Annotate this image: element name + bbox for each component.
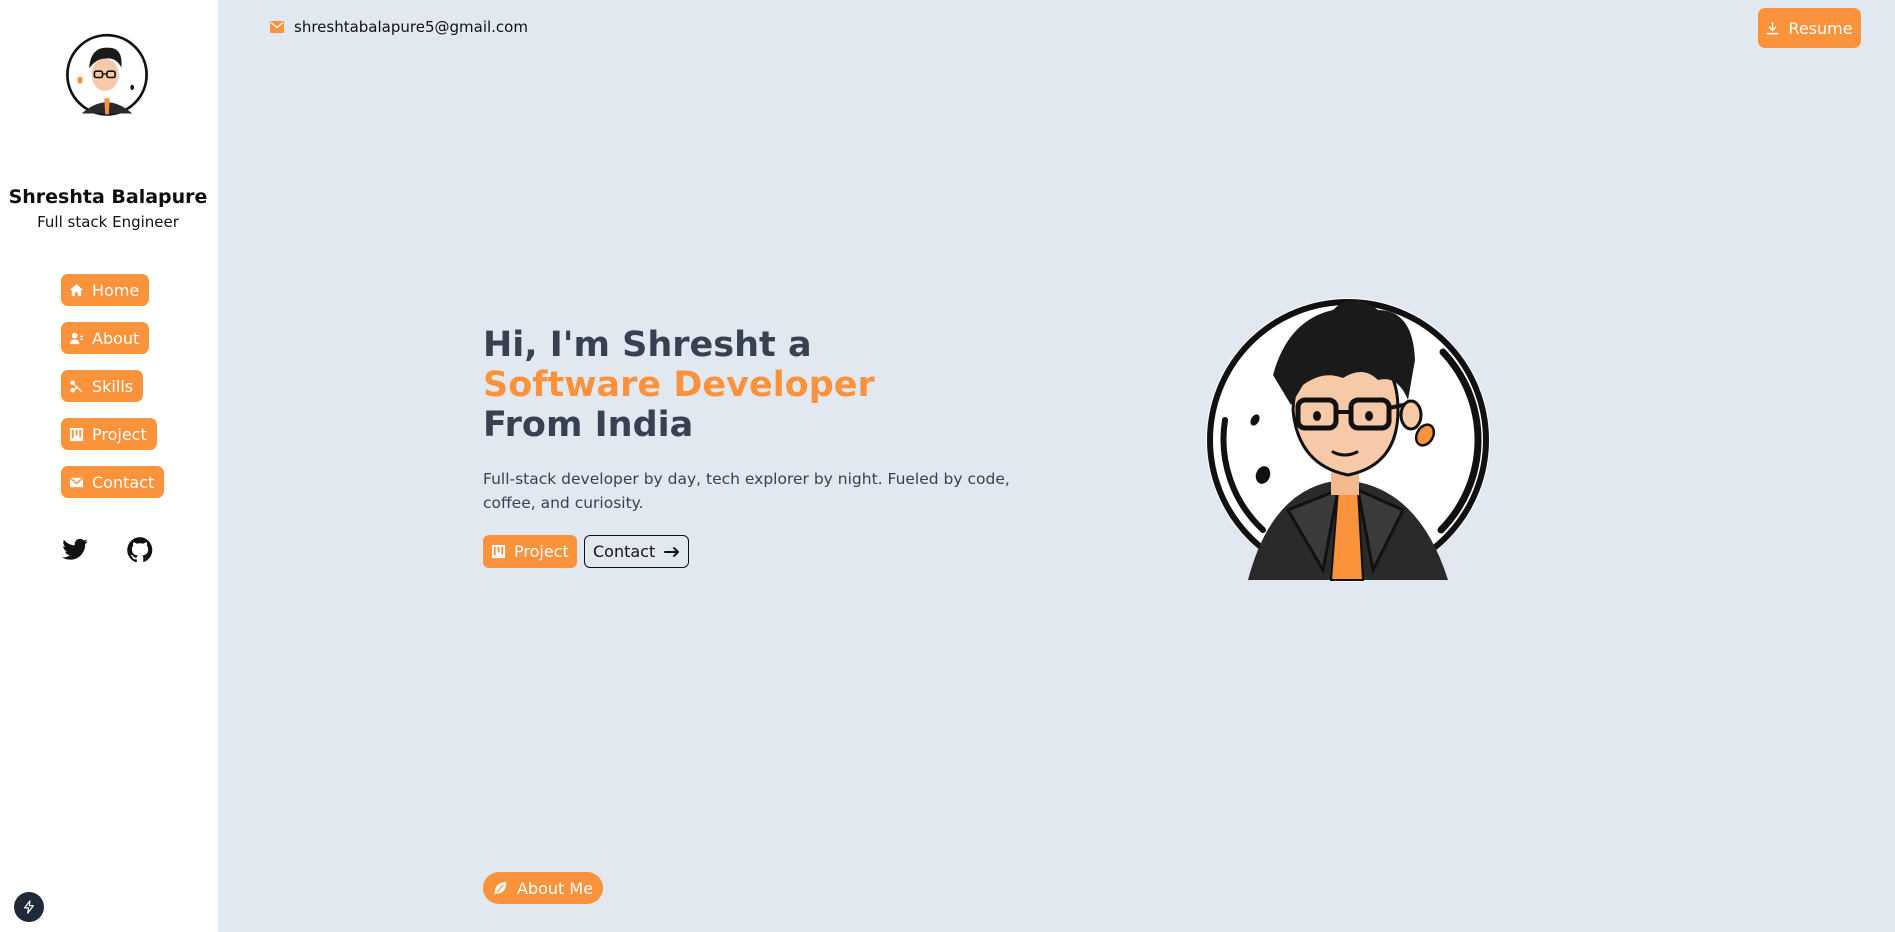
mail-icon (270, 21, 284, 33)
quick-action-button[interactable] (14, 892, 44, 922)
twitter-link[interactable] (61, 536, 89, 564)
developer-illustration (1206, 298, 1490, 582)
nav-home-label: Home (92, 280, 140, 300)
resume-button[interactable]: Resume (1758, 8, 1861, 48)
about-me-label: About Me (517, 878, 594, 898)
skills-icon (70, 379, 83, 393)
hero-heading: Hi, I'm Shresht a Software Developer Fro… (483, 325, 875, 445)
twitter-icon (62, 538, 88, 560)
hero-contact-label: Contact (593, 542, 656, 561)
download-icon (1767, 21, 1779, 34)
avatar (66, 33, 148, 116)
kanban-icon (69, 427, 84, 441)
nav-about-label: About (92, 328, 140, 348)
arrow-right-icon (664, 546, 680, 557)
nav-home-button[interactable]: Home (61, 274, 150, 306)
home-icon (69, 283, 84, 296)
sidebar: Shreshta Balapure Full stack Engineer Ho… (0, 0, 218, 932)
hero-origin: From India (483, 405, 694, 445)
hero-greeting: Hi, I'm Shresht a (483, 325, 812, 365)
nav-about-button[interactable]: About (61, 322, 150, 354)
nav-skills-button[interactable]: Skills (61, 370, 144, 402)
user-card-icon (69, 332, 84, 344)
hero-title: Software Developer (483, 365, 875, 405)
email-text: shreshtabalapure5@gmail.com (294, 18, 528, 36)
nav-skills-label: Skills (92, 376, 134, 396)
leaf-icon (493, 881, 507, 895)
nav-project-button[interactable]: Project (61, 418, 157, 450)
profile-name: Shreshta Balapure (8, 186, 208, 208)
github-link[interactable] (126, 536, 154, 564)
kanban-icon (491, 544, 506, 559)
hero-project-label: Project (514, 542, 569, 561)
about-me-button[interactable]: About Me (483, 872, 604, 904)
nav-contact-button[interactable]: Contact (61, 466, 165, 498)
hero-project-button[interactable]: Project (483, 535, 577, 568)
mail-icon (69, 476, 84, 487)
bolt-icon (24, 900, 34, 914)
nav-project-label: Project (92, 424, 147, 444)
github-icon (127, 537, 153, 563)
resume-label: Resume (1788, 18, 1853, 38)
nav-contact-label: Contact (92, 472, 155, 492)
profile-role: Full stack Engineer (37, 213, 179, 231)
hero-description: Full-stack developer by day, tech explor… (483, 470, 1010, 512)
hero-contact-button[interactable]: Contact (584, 535, 690, 568)
email-link[interactable]: shreshtabalapure5@gmail.com (270, 18, 528, 36)
